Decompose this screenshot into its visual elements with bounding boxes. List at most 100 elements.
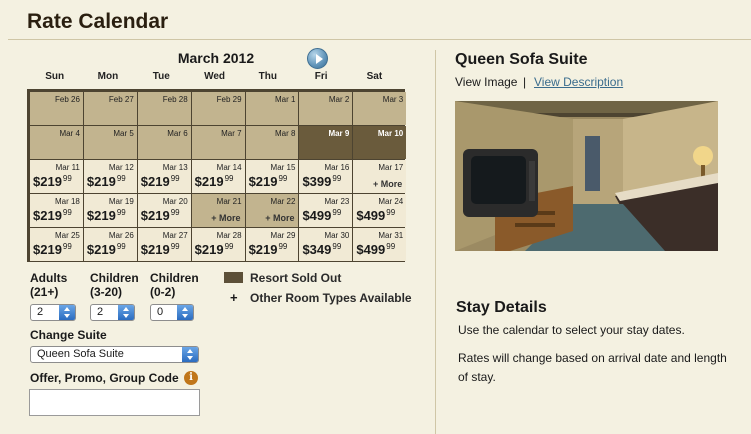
calendar-day-cell[interactable]: Mar 1 xyxy=(245,92,299,125)
price-cents: 99 xyxy=(170,208,180,217)
calendar-day-date: Mar 1 xyxy=(275,95,296,104)
price-dollars: $499 xyxy=(356,208,386,223)
children-select[interactable]: 2 xyxy=(90,304,135,321)
infants-select[interactable]: 0 xyxy=(150,304,194,321)
calendar-day-date: Mar 2 xyxy=(328,95,350,104)
calendar-day-cell[interactable]: Mar 9 xyxy=(299,126,353,159)
calendar-day-cell[interactable]: Mar 25 $21999 xyxy=(30,228,83,261)
calendar-day-cell[interactable]: Mar 7 xyxy=(191,126,245,159)
calendar-day-cell[interactable]: Mar 11 $21999 xyxy=(30,160,83,193)
calendar-day-date: Mar 24 xyxy=(378,197,404,206)
calendar-month: March 2012 xyxy=(177,50,255,66)
calendar-day-cell[interactable]: Mar 2 xyxy=(299,92,353,125)
calendar-day-date: Mar 15 xyxy=(270,163,296,172)
price-dollars: $219 xyxy=(194,242,224,257)
calendar-day-date: Mar 27 xyxy=(162,231,188,240)
adults-label-text: Adults xyxy=(30,271,68,285)
adults-select[interactable]: 2 xyxy=(30,304,76,321)
calendar-day-cell[interactable]: Mar 17 + More xyxy=(353,160,407,193)
calendar-day-cell[interactable]: Mar 30 $34999 xyxy=(299,228,353,261)
calendar-day-cell[interactable]: Mar 31 $49999 xyxy=(353,228,407,261)
suite-title: Queen Sofa Suite xyxy=(455,51,588,68)
calendar-day-cell[interactable]: Mar 18 $21999 xyxy=(30,194,83,227)
calendar-day-date: Mar 29 xyxy=(270,231,296,240)
calendar-day-date: Mar 21 xyxy=(216,197,242,206)
calendar-day-cell[interactable]: Mar 27 $21999 xyxy=(137,228,191,261)
price-dollars: $219 xyxy=(248,174,278,189)
price-cents: 99 xyxy=(62,208,72,217)
calendar-day-cell[interactable]: Mar 14 $21999 xyxy=(191,160,245,193)
calendar-day-date: Mar 10 xyxy=(377,129,404,138)
children-label-sub: (3-20) xyxy=(90,285,123,299)
calendar-day-cell[interactable]: Mar 12 $21999 xyxy=(83,160,137,193)
calendar-day-cell[interactable]: Mar 20 $21999 xyxy=(137,194,191,227)
calendar-day-cell[interactable]: Feb 29 xyxy=(191,92,245,125)
calendar-day-date: Mar 28 xyxy=(216,231,242,240)
calendar-day-date: Feb 26 xyxy=(54,95,80,104)
price-cents: 99 xyxy=(278,242,288,251)
calendar-day-cell[interactable]: Mar 29 $21999 xyxy=(245,228,299,261)
calendar-day-date: Mar 7 xyxy=(221,129,242,138)
calendar-day-cell[interactable]: Mar 5 xyxy=(83,126,137,159)
select-arrows-icon xyxy=(59,305,75,320)
info-icon[interactable]: i xyxy=(184,371,198,385)
children-label: Children (3-20) xyxy=(90,271,139,299)
legend-sold-out: Resort Sold Out xyxy=(250,271,342,285)
price-dollars: $219 xyxy=(248,242,278,257)
adults-label: Adults (21+) xyxy=(30,271,67,299)
more-room-types-link[interactable]: + More xyxy=(373,179,402,189)
calendar-day-cell[interactable]: Mar 3 xyxy=(353,92,407,125)
more-room-types-link[interactable]: + More xyxy=(211,213,240,223)
view-description-link[interactable]: View Description xyxy=(534,75,623,89)
rate-calendar: Feb 26 Feb 27 Feb 28 Feb 29 Mar 1 Mar 2 Mar 3 M… xyxy=(27,89,407,262)
price-dollars: $499 xyxy=(356,242,386,257)
calendar-day-price: $21999 xyxy=(141,208,180,223)
price-cents: 99 xyxy=(386,242,396,251)
price-dollars: $219 xyxy=(86,174,116,189)
price-dollars: $219 xyxy=(86,208,116,223)
link-separator: | xyxy=(523,75,527,89)
more-room-types-link[interactable]: + More xyxy=(265,213,294,223)
calendar-day-price: $21999 xyxy=(87,174,126,189)
calendar-day-price: $39999 xyxy=(302,174,341,189)
promo-code-input[interactable] xyxy=(29,389,200,416)
price-cents: 99 xyxy=(116,242,126,251)
select-arrows-icon xyxy=(182,347,198,362)
calendar-day-cell[interactable]: Mar 28 $21999 xyxy=(191,228,245,261)
calendar-day-cell[interactable]: Mar 23 $49999 xyxy=(299,194,353,227)
calendar-day-cell[interactable]: Mar 24 $49999 xyxy=(353,194,407,227)
calendar-day-cell[interactable]: Mar 26 $21999 xyxy=(83,228,137,261)
calendar-day-date: Mar 26 xyxy=(108,231,134,240)
price-dollars: $499 xyxy=(302,208,332,223)
price-cents: 99 xyxy=(332,174,342,183)
calendar-day-date: Feb 28 xyxy=(162,95,188,104)
calendar-day-cell[interactable]: Mar 21 + More xyxy=(191,194,245,227)
calendar-day-cell[interactable]: Mar 16 $39999 xyxy=(299,160,353,193)
calendar-day-cell[interactable]: Feb 26 xyxy=(30,92,83,125)
children-select-value: 2 xyxy=(97,306,104,318)
calendar-day-cell[interactable]: Feb 27 xyxy=(83,92,137,125)
calendar-day-cell[interactable]: Mar 22 + More xyxy=(245,194,299,227)
calendar-day-price: $21999 xyxy=(33,174,72,189)
calendar-day-cell[interactable]: Mar 10 xyxy=(353,126,407,159)
calendar-day-cell[interactable]: Feb 28 xyxy=(137,92,191,125)
next-month-button[interactable] xyxy=(307,48,328,69)
change-suite-select[interactable]: Queen Sofa Suite xyxy=(30,346,199,363)
calendar-day-cell[interactable]: Mar 4 xyxy=(30,126,83,159)
calendar-day-cell[interactable]: Mar 13 $21999 xyxy=(137,160,191,193)
price-cents: 99 xyxy=(170,242,180,251)
calendar-day-price: $49999 xyxy=(356,208,395,223)
price-dollars: $219 xyxy=(86,242,116,257)
calendar-day-cell[interactable]: Mar 19 $21999 xyxy=(83,194,137,227)
calendar-day-date: Mar 25 xyxy=(54,231,80,240)
price-dollars: $219 xyxy=(194,174,224,189)
calendar-day-cell[interactable]: Mar 8 xyxy=(245,126,299,159)
calendar-day-date: Mar 18 xyxy=(54,197,80,206)
infants-label: Children (0-2) xyxy=(150,271,199,299)
calendar-day-date: Mar 8 xyxy=(275,129,296,138)
promo-label: Offer, Promo, Group Code xyxy=(30,371,179,385)
calendar-day-cell[interactable]: Mar 15 $21999 xyxy=(245,160,299,193)
calendar-day-cell[interactable]: Mar 6 xyxy=(137,126,191,159)
dow-thu: Thu xyxy=(258,71,277,82)
calendar-day-date: Mar 5 xyxy=(113,129,134,138)
